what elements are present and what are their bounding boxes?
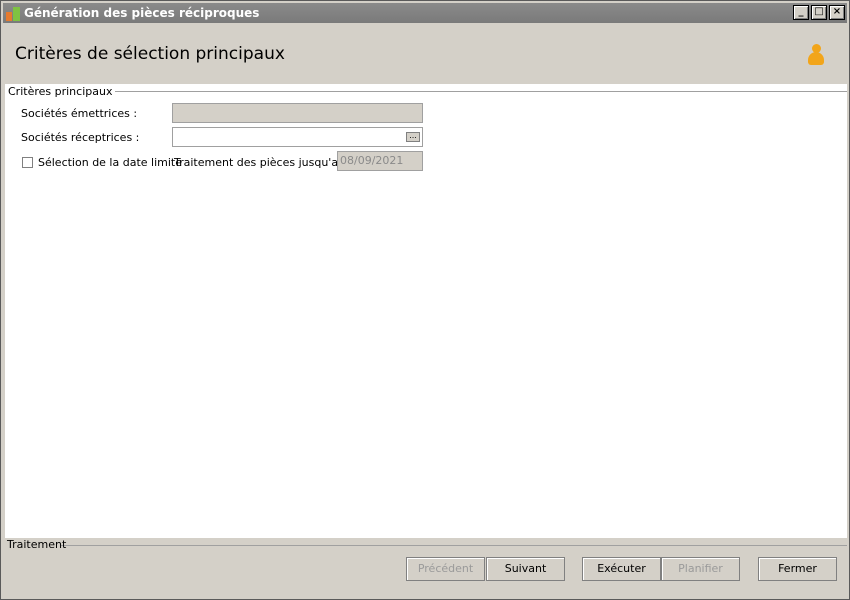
- processing-date-label: Traitement des pièces jusqu'au :: [174, 156, 353, 169]
- processing-date-field: 08/09/2021: [337, 151, 423, 171]
- issuing-companies-label: Sociétés émettrices :: [21, 107, 138, 120]
- receiving-companies-label: Sociétés réceptrices :: [21, 131, 140, 144]
- title-bar[interactable]: Génération des pièces réciproques _ □ ×: [3, 3, 847, 23]
- maximize-icon[interactable]: □: [811, 5, 827, 20]
- processing-divider: [61, 545, 847, 546]
- processing-group-label: Traitement: [7, 538, 67, 551]
- page-header: Critères de sélection principaux: [3, 24, 847, 84]
- page-title: Critères de sélection principaux: [15, 44, 285, 64]
- app-window: Génération des pièces réciproques _ □ × …: [0, 0, 850, 600]
- app-icon: [6, 7, 20, 21]
- main-criteria-panel: Critères principaux Sociétés émettrices …: [5, 84, 847, 538]
- close-button[interactable]: Fermer: [758, 557, 837, 581]
- receiving-companies-field[interactable]: ...: [172, 127, 423, 147]
- execute-button[interactable]: Exécuter: [582, 557, 661, 581]
- date-limit-label: Sélection de la date limite: [38, 156, 182, 169]
- user-icon[interactable]: [807, 44, 825, 66]
- criteria-group-label: Critères principaux: [8, 85, 116, 98]
- next-button[interactable]: Suivant: [486, 557, 565, 581]
- group-divider: [99, 91, 847, 92]
- date-limit-checkbox[interactable]: [22, 157, 33, 168]
- issuing-companies-field: [172, 103, 423, 123]
- ellipsis-button[interactable]: ...: [406, 132, 420, 142]
- close-icon[interactable]: ×: [829, 5, 845, 20]
- previous-button[interactable]: Précédent: [406, 557, 485, 581]
- window-title: Génération des pièces réciproques: [24, 6, 260, 20]
- processing-panel: Traitement Précédent Suivant Exécuter Pl…: [3, 538, 847, 597]
- minimize-icon[interactable]: _: [793, 5, 809, 20]
- schedule-button[interactable]: Planifier: [661, 557, 740, 581]
